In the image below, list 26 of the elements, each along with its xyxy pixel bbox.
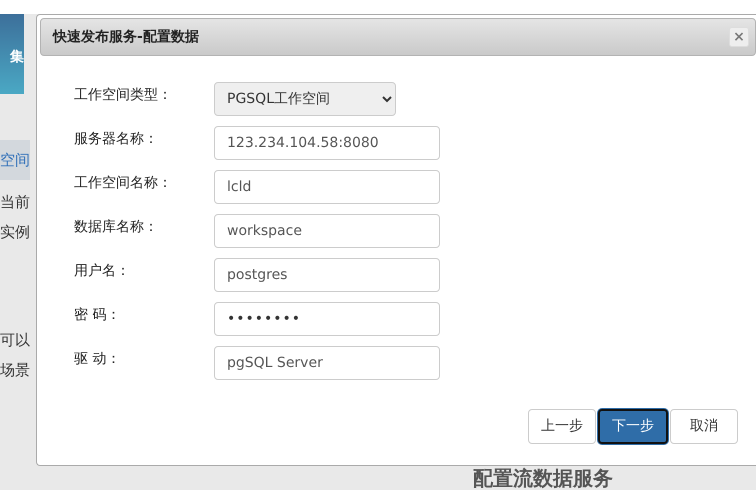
sidebar-text: 当前 <box>0 192 30 213</box>
dialog-button[interactable]: 下一步 <box>598 409 668 444</box>
input-field[interactable]: 123.234.104.58:8080 <box>214 126 440 160</box>
password-field[interactable]: •••••••• <box>214 302 440 336</box>
input-field[interactable]: workspace <box>214 214 440 248</box>
field-label: 驱 动： <box>74 350 122 368</box>
field-label: 工作空间名称： <box>74 174 173 192</box>
field-label: 工作空间类型： <box>74 86 173 104</box>
sidebar-text: 实例 <box>0 222 30 243</box>
field-label: 用户名： <box>74 262 131 280</box>
input-field[interactable]: lcld <box>214 170 440 204</box>
input-field[interactable]: postgres <box>214 258 440 292</box>
dialog-button[interactable]: 上一步 <box>528 409 596 444</box>
nav-item[interactable]: 空间 <box>0 140 30 180</box>
field-label: 密 码： <box>74 306 122 324</box>
header-text: 集 <box>10 48 24 66</box>
note-text: 可以 <box>0 330 30 351</box>
section-heading: 配置流数据服务 <box>473 467 613 489</box>
close-button[interactable]: × <box>729 27 749 47</box>
dialog-button[interactable]: 取消 <box>670 409 738 444</box>
workspace-type-select[interactable]: PGSQL工作空间 <box>214 82 396 116</box>
note-text: 场景 <box>0 360 30 381</box>
field-label: 服务器名称： <box>74 130 159 148</box>
dialog-title: 快速发布服务-配置数据 <box>53 28 199 46</box>
input-field[interactable]: pgSQL Server <box>214 346 440 380</box>
field-label: 数据库名称： <box>74 218 159 236</box>
